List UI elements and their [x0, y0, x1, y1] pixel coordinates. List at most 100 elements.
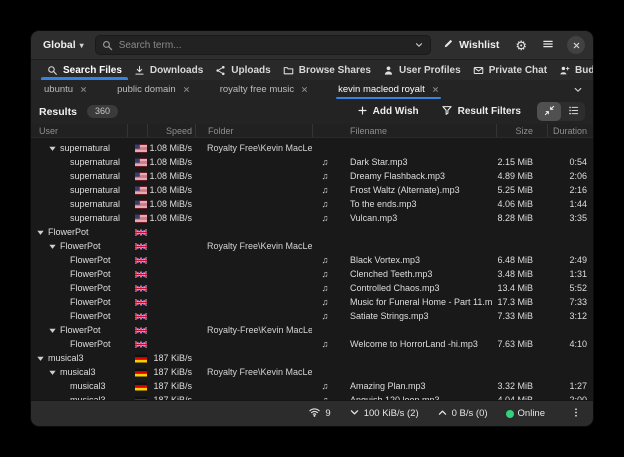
- folder-path: Royalty Free\Kevin MacLeod\iTunes: [195, 141, 312, 155]
- result-row[interactable]: musical3187 KiB/s: [31, 351, 593, 365]
- close-tab-icon[interactable]: [432, 86, 439, 93]
- header-bar: Global ▾ Search term... Wishlist ⚙: [31, 31, 593, 59]
- wishlist-button[interactable]: Wishlist: [438, 36, 504, 54]
- music-note-icon: ♫: [312, 253, 338, 267]
- tab-overflow-button[interactable]: [569, 80, 587, 99]
- expander-icon[interactable]: [36, 228, 45, 237]
- column-header-duration[interactable]: Duration: [547, 124, 594, 137]
- close-tab-icon[interactable]: [80, 86, 87, 93]
- result-row[interactable]: FlowerPot♫Satiate Strings.mp37.33 MiB3:1…: [31, 309, 593, 323]
- close-button[interactable]: [567, 36, 585, 54]
- column-header-country[interactable]: [127, 124, 147, 137]
- result-row[interactable]: FlowerPot♫Black Vortex.mp36.48 MiB2:49: [31, 253, 593, 267]
- list-view-button[interactable]: [561, 102, 585, 121]
- result-row[interactable]: supernatural1.08 MiB/s♫Dreamy Flashback.…: [31, 169, 593, 183]
- result-row[interactable]: supernatural1.08 MiB/s♫To the ends.mp34.…: [31, 197, 593, 211]
- collapse-icon: [544, 104, 555, 119]
- filename: [338, 225, 496, 239]
- folder-path: [195, 169, 312, 183]
- result-row[interactable]: supernatural1.08 MiB/s♫Frost Waltz (Alte…: [31, 183, 593, 197]
- search-scope-button[interactable]: Global ▾: [39, 37, 88, 53]
- result-row[interactable]: FlowerPot♫Welcome to HorrorLand -hi.mp37…: [31, 337, 593, 351]
- speed-value: 187 KiB/s: [147, 351, 195, 365]
- filename: Dark Star.mp3: [338, 155, 496, 169]
- speed-value: [147, 281, 195, 295]
- expander-icon[interactable]: [48, 326, 57, 335]
- connections-status[interactable]: 9: [308, 406, 330, 421]
- expander-icon[interactable]: [48, 242, 57, 251]
- us-flag-icon: [127, 141, 147, 155]
- result-row[interactable]: musical3187 KiB/s♫Amazing Plan.mp33.32 M…: [31, 379, 593, 393]
- column-header-speed[interactable]: Speed: [147, 124, 195, 137]
- tab-uploads[interactable]: Uploads: [209, 60, 276, 80]
- user-name: FlowerPot: [70, 253, 111, 267]
- column-header-user[interactable]: User: [31, 124, 127, 137]
- search-tab-kevin-macleod-royalt[interactable]: kevin macleod royalt: [338, 80, 439, 99]
- result-row[interactable]: FlowerPot: [31, 225, 593, 239]
- add-wish-button[interactable]: Add Wish: [351, 103, 425, 121]
- search-dropdown-button[interactable]: [414, 40, 424, 50]
- close-tab-icon[interactable]: [301, 86, 308, 93]
- list-view-icon: [568, 104, 579, 119]
- tab-private-chat[interactable]: Private Chat: [467, 60, 553, 80]
- result-row[interactable]: musical3187 KiB/sRoyalty Free\Kevin MacL…: [31, 365, 593, 379]
- speed-value: 1.08 MiB/s: [147, 155, 195, 169]
- close-icon: [572, 38, 581, 53]
- result-row[interactable]: supernatural1.08 MiB/sRoyalty Free\Kevin…: [31, 141, 593, 155]
- search-tabs: ubuntu public domain royalty free music kev…: [44, 80, 569, 99]
- result-row[interactable]: supernatural1.08 MiB/s♫Vulcan.mp38.28 Mi…: [31, 211, 593, 225]
- music-note-icon: ♫: [312, 337, 338, 351]
- column-header-filename[interactable]: Filename: [338, 124, 496, 137]
- upload-rate-status[interactable]: 0 B/s (0): [437, 407, 488, 421]
- search-input[interactable]: Search term...: [95, 35, 431, 55]
- search-tab-label: kevin macleod royalt: [338, 84, 425, 95]
- size-value: [496, 323, 547, 337]
- tab-user-profiles[interactable]: User Profiles: [377, 60, 467, 80]
- folder-path: Royalty-Free\Kevin MacLeod\Music: [195, 323, 312, 337]
- search-tab-ubuntu[interactable]: ubuntu: [44, 80, 87, 99]
- result-row[interactable]: FlowerPot♫Clenched Teeth.mp33.48 MiB1:31: [31, 267, 593, 281]
- tab-browse-shares[interactable]: Browse Shares: [277, 60, 377, 80]
- result-row[interactable]: FlowerPot♫Controlled Chaos.mp313.4 MiB5:…: [31, 281, 593, 295]
- search-tab-royalty-free-music[interactable]: royalty free music: [220, 80, 308, 99]
- duration-value: [547, 351, 593, 365]
- tab-search-files[interactable]: Search Files: [41, 60, 128, 80]
- expander-icon[interactable]: [48, 144, 57, 153]
- result-row[interactable]: musical3187 KiB/s♫Anguish 120 loop.mp34.…: [31, 393, 593, 400]
- close-tab-icon[interactable]: [183, 86, 190, 93]
- us-flag-icon: [127, 211, 147, 225]
- size-value: [496, 141, 547, 155]
- preferences-button[interactable]: ⚙: [511, 37, 531, 54]
- collapse-all-button[interactable]: [537, 102, 561, 121]
- menu-button[interactable]: [538, 36, 558, 54]
- download-rate-status[interactable]: 100 KiB/s (2): [349, 407, 419, 421]
- result-filters-button[interactable]: Result Filters: [435, 102, 527, 121]
- search-icon: [47, 65, 58, 76]
- column-header-filetype[interactable]: [312, 124, 338, 137]
- plus-icon: [357, 105, 368, 119]
- result-row[interactable]: FlowerPot Royalty-Free\Kevin MacLeod\Musi…: [31, 323, 593, 337]
- gb-flag-icon: [127, 225, 147, 239]
- speed-value: 1.08 MiB/s: [147, 183, 195, 197]
- us-flag-icon: [127, 155, 147, 169]
- kebab-menu-button[interactable]: [569, 406, 583, 422]
- filename: Clenched Teeth.mp3: [338, 267, 496, 281]
- result-row[interactable]: FlowerPotRoyalty Free\Kevin MacLeod\Musi…: [31, 239, 593, 253]
- expander-icon[interactable]: [48, 368, 57, 377]
- search-tab-public-domain[interactable]: public domain: [117, 80, 190, 99]
- filename: Controlled Chaos.mp3: [338, 281, 496, 295]
- user-cell: supernatural: [31, 155, 127, 169]
- user-cell: FlowerPot: [31, 253, 127, 267]
- column-header-size[interactable]: Size: [496, 124, 547, 137]
- result-row[interactable]: FlowerPot♫Music for Funeral Home - Part …: [31, 295, 593, 309]
- filetype-cell: [312, 225, 338, 239]
- result-row[interactable]: supernatural1.08 MiB/s♫Dark Star.mp32.15…: [31, 155, 593, 169]
- wishlist-label: Wishlist: [459, 39, 499, 51]
- user-cell: FlowerPot: [31, 323, 127, 337]
- filetype-cell: [312, 239, 338, 253]
- expander-icon[interactable]: [36, 354, 45, 363]
- tab-downloads[interactable]: Downloads: [128, 60, 209, 80]
- tab-buddies[interactable]: Buddies: [553, 60, 594, 80]
- column-header-folder[interactable]: Folder: [195, 124, 312, 137]
- online-status[interactable]: Online: [506, 408, 545, 419]
